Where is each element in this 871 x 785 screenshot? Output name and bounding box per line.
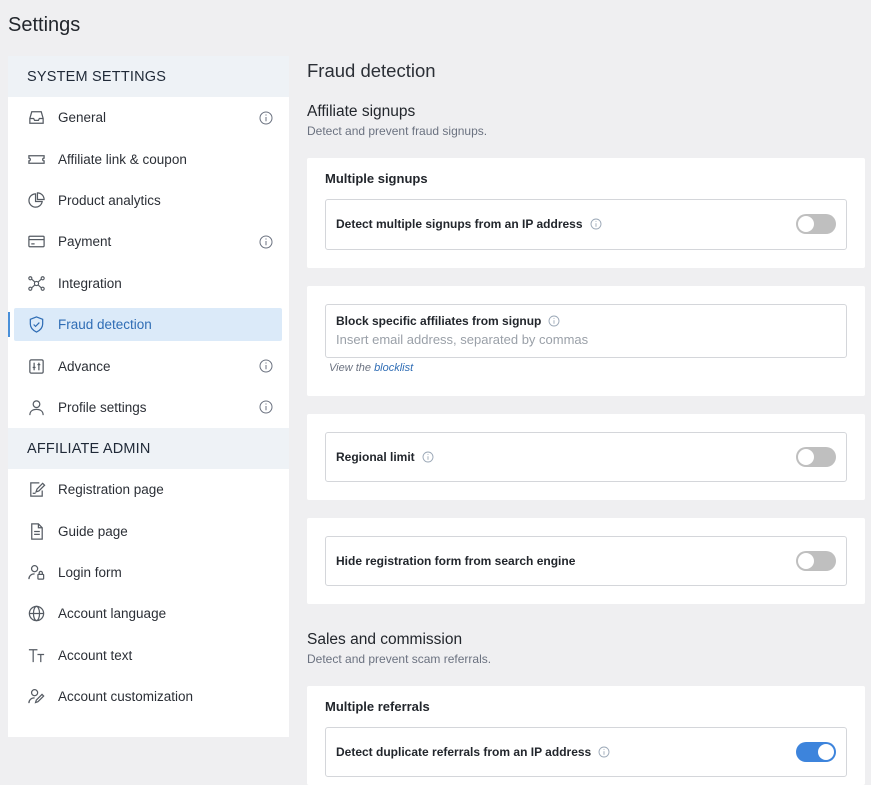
sidebar-item-login-form[interactable]: Login form (8, 552, 289, 593)
sidebar-item-payment[interactable]: Payment (8, 221, 289, 262)
blocklist-email-input[interactable] (336, 332, 836, 347)
sales-commission-title: Sales and commission (307, 631, 463, 648)
sidebar-item-label: General (58, 110, 107, 126)
multiple-signups-label: Detect multiple signups from an IP addre… (336, 217, 583, 231)
blocklist-note: View the blocklist (329, 362, 413, 374)
multiple-referrals-row: Detect duplicate referrals from an IP ad… (325, 727, 847, 777)
edit-form-icon (26, 480, 46, 500)
document-icon (26, 521, 46, 541)
user-pen-icon (26, 687, 46, 707)
toggle-knob (818, 744, 834, 760)
hide-registration-row: Hide registration form from search engin… (325, 536, 847, 586)
blocklist-note-prefix: View the (329, 362, 371, 374)
sidebar-item-advance[interactable]: Advance (8, 345, 289, 386)
user-icon (26, 397, 46, 417)
ticket-icon (26, 149, 46, 169)
sidebar-item-label: Advance (58, 358, 111, 374)
credit-card-icon (26, 232, 46, 252)
sidebar-item-label: Affiliate link & coupon (58, 151, 187, 167)
multiple-referrals-title: Multiple referrals (325, 699, 430, 714)
info-icon[interactable] (259, 359, 273, 373)
affiliate-admin-header: AFFILIATE ADMIN (8, 428, 289, 470)
sidebar-item-guide-page[interactable]: Guide page (8, 511, 289, 552)
sidebar-item-account-language[interactable]: Account language (8, 593, 289, 634)
shield-check-icon (26, 315, 46, 335)
info-icon[interactable] (259, 400, 273, 414)
sidebar-item-registration-page[interactable]: Registration page (8, 469, 289, 510)
multiple-signups-title: Multiple signups (325, 171, 428, 186)
info-icon[interactable] (598, 746, 610, 758)
sliders-icon (26, 356, 46, 376)
multiple-referrals-toggle[interactable] (796, 742, 836, 762)
regional-limit-label-wrap: Regional limit (336, 450, 434, 464)
sales-commission-subtitle: Detect and prevent scam referrals. (307, 652, 492, 666)
affiliate-signups-subtitle: Detect and prevent fraud signups. (307, 124, 488, 138)
sidebar-item-label: Fraud detection (58, 317, 152, 333)
affiliate-signups-title: Affiliate signups (307, 103, 416, 120)
toggle-knob (798, 553, 814, 569)
sidebar-item-label: Account text (58, 647, 133, 663)
info-icon[interactable] (259, 235, 273, 249)
inbox-icon (26, 108, 46, 128)
sidebar-item-label: Account language (58, 606, 167, 622)
block-affiliates-label-wrap: Block specific affiliates from signup (336, 314, 560, 328)
sidebar-item-label: Account customization (58, 689, 194, 705)
page-title: Settings (8, 14, 81, 36)
info-icon[interactable] (548, 315, 560, 327)
hide-registration-card: Hide registration form from search engin… (307, 518, 865, 604)
globe-icon (26, 604, 46, 624)
block-affiliates-label: Block specific affiliates from signup (336, 314, 542, 328)
sidebar-item-label: Product analytics (58, 192, 161, 208)
multiple-signups-row: Detect multiple signups from an IP addre… (325, 199, 847, 250)
sidebar-item-label: Guide page (58, 523, 128, 539)
regional-limit-label: Regional limit (336, 450, 415, 464)
sidebar-item-label: Integration (58, 275, 122, 291)
blocklist-link[interactable]: blocklist (374, 362, 413, 374)
info-icon[interactable] (422, 451, 434, 463)
system-settings-header: SYSTEM SETTINGS (8, 56, 289, 97)
sidebar-item-label: Profile settings (58, 399, 147, 415)
regional-limit-toggle[interactable] (796, 447, 836, 467)
user-lock-icon (26, 563, 46, 583)
regional-limit-row: Regional limit (325, 432, 847, 482)
sidebar-item-integration[interactable]: Integration (8, 263, 289, 304)
sidebar-item-profile-settings[interactable]: Profile settings (8, 387, 289, 428)
toggle-knob (798, 216, 814, 232)
info-icon[interactable] (590, 218, 602, 230)
sidebar-item-label: Registration page (58, 482, 164, 498)
hide-registration-label-wrap: Hide registration form from search engin… (336, 554, 575, 568)
multiple-signups-toggle[interactable] (796, 214, 836, 234)
sidebar-item-fraud-detection[interactable]: Fraud detection (8, 304, 289, 345)
block-affiliates-box: Block specific affiliates from signup (325, 304, 847, 358)
settings-sidebar: SYSTEM SETTINGS General Affiliate link &… (8, 56, 289, 737)
info-icon[interactable] (259, 111, 273, 125)
sidebar-item-account-text[interactable]: Account text (8, 635, 289, 676)
hide-registration-label: Hide registration form from search engin… (336, 554, 576, 568)
sidebar-item-account-customization[interactable]: Account customization (8, 676, 289, 717)
sidebar-item-product-analytics[interactable]: Product analytics (8, 180, 289, 221)
sidebar-item-affiliate-link-coupon[interactable]: Affiliate link & coupon (8, 138, 289, 179)
sidebar-item-label: Login form (58, 565, 122, 581)
multiple-referrals-card: Multiple referrals Detect duplicate refe… (307, 686, 865, 785)
pie-chart-icon (26, 190, 46, 210)
regional-limit-card: Regional limit (307, 414, 865, 500)
sidebar-item-general[interactable]: General (8, 97, 289, 138)
multiple-signups-label-wrap: Detect multiple signups from an IP addre… (336, 217, 602, 231)
main-title: Fraud detection (307, 60, 436, 81)
network-icon (26, 273, 46, 293)
multiple-referrals-label-wrap: Detect duplicate referrals from an IP ad… (336, 745, 610, 759)
sidebar-item-label: Payment (58, 234, 112, 250)
toggle-knob (798, 449, 814, 465)
block-affiliates-card: Block specific affiliates from signup Vi… (307, 286, 865, 396)
multiple-signups-card: Multiple signups Detect multiple signups… (307, 158, 865, 268)
hide-registration-toggle[interactable] (796, 551, 836, 571)
text-size-icon (26, 645, 46, 665)
multiple-referrals-label: Detect duplicate referrals from an IP ad… (336, 745, 592, 759)
